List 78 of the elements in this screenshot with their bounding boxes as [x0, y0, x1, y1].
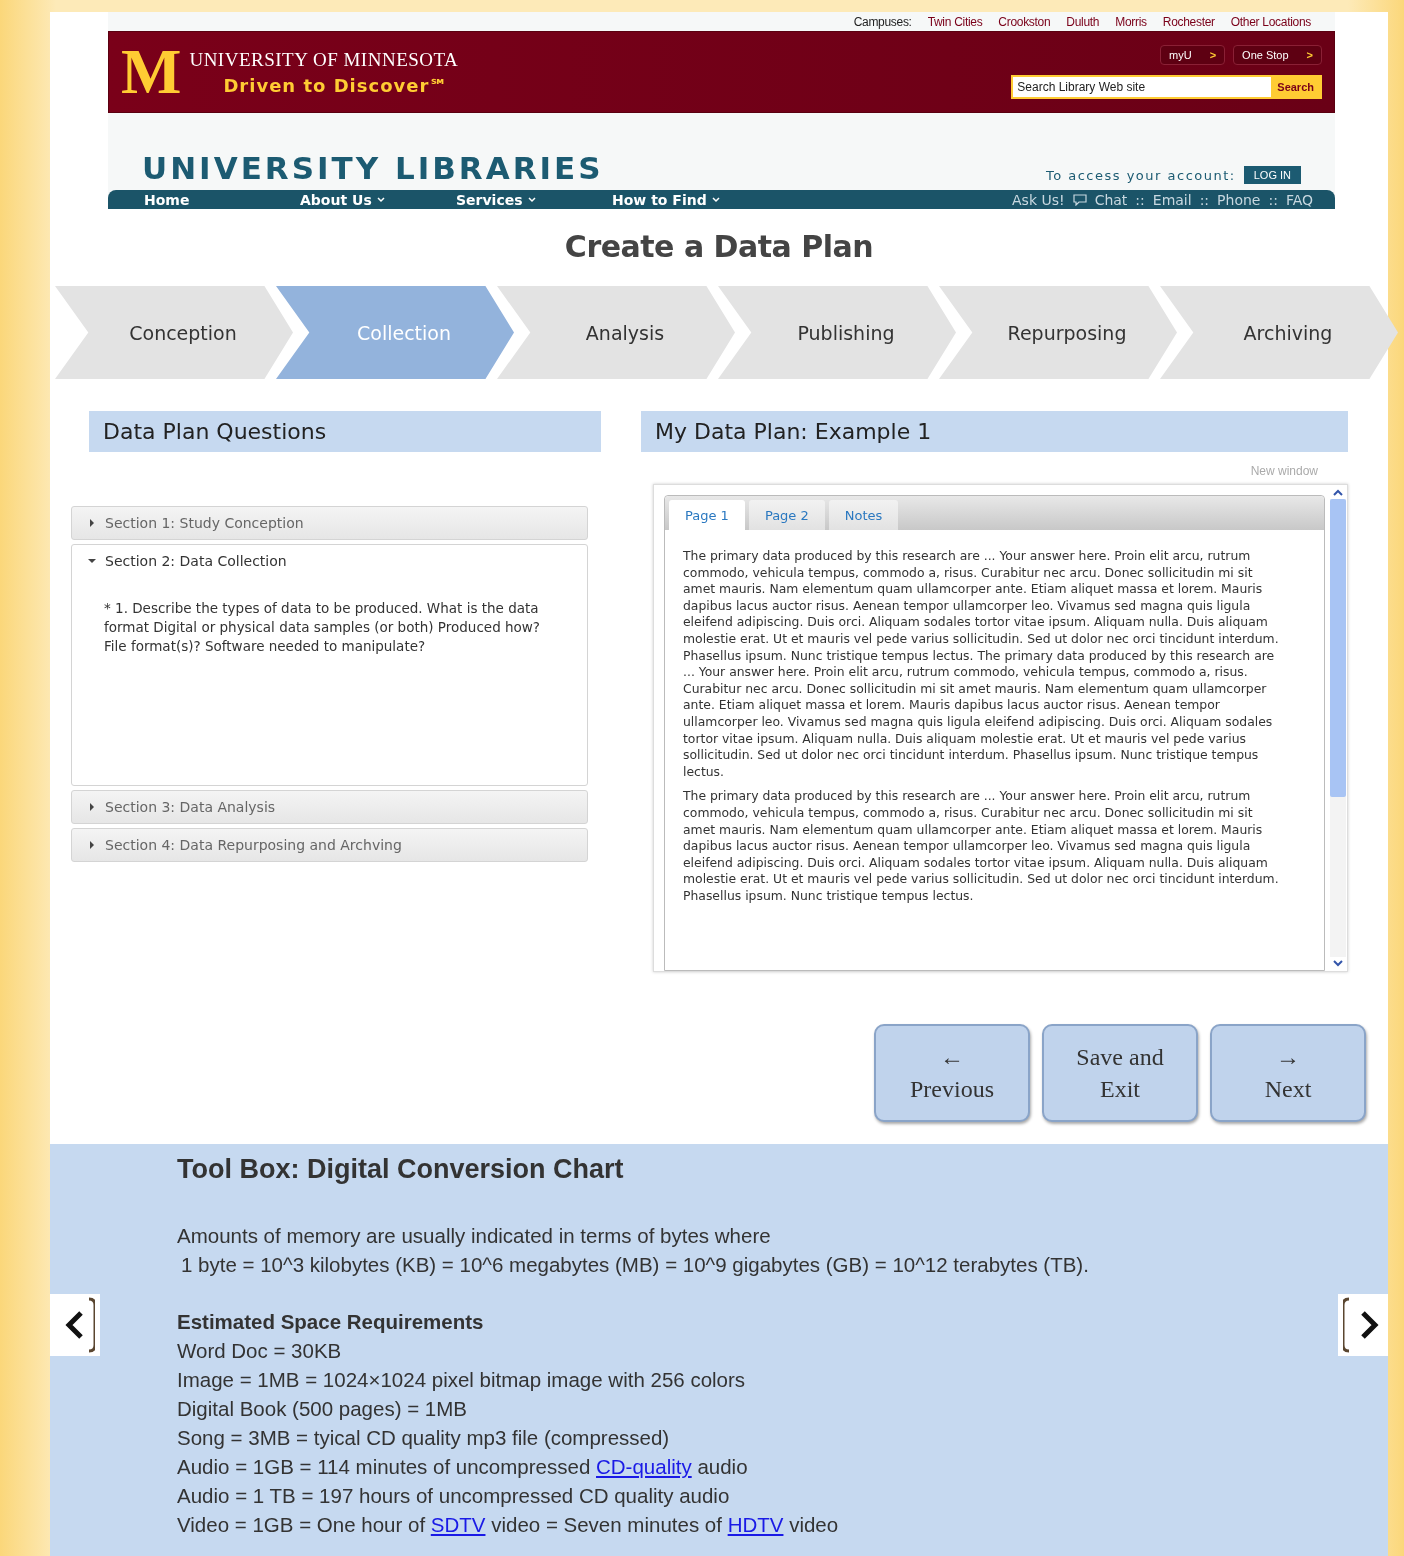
glossary-link[interactable]: CD-quality [596, 1455, 692, 1478]
triangle-right-icon [88, 803, 96, 811]
scroll-up-icon[interactable] [1333, 489, 1343, 497]
page-title: Create a Data Plan [563, 229, 875, 264]
campus-link[interactable]: Other Locations [1230, 15, 1311, 29]
step-tab[interactable]: Conception [55, 286, 293, 379]
section-header[interactable]: Section 4: Data Repurposing and Archving [72, 829, 587, 861]
separator: :: [1135, 191, 1145, 208]
answer-paragraph: The primary data produced by this research are ... Your answer here. Proin elit arcu, rutrum commodo, vehicula tempus, commodo a, risus. Curabitur nec arcu. Donec sollicitudin mi sit amet mauris. Nam elementum quam ullamcorper ante. Etiam aliquet massa et lorem. Mauris dapibus lacus auctor risus. Aenean tempor ullamcorper leo. Vivamus sed magna quis ligula eleifend adipiscing. Duis orci. Aliquam sodales tortor vitae ipsum. Aliquam nulla. Duis aliquam molestie erat. Ut et mauris vel pede varius sollicitudin. Sed ut dolor nec orci tincidunt interdum. Phasellus ipsum. Nunc tristique tempus lectus. The primary data produced by this research are ... Your answer here. Proin elit arcu, rutrum commodo, vehicula tempus, commodo a, risus. Curabitur nec arcu. Donec sollicitudin mi sit amet mauris. Nam elementum quam ullamcorper ante. Etiam aliquet massa et lorem. Mauris dapibus lacus auctor risus. Aenean tempor ullamcorper leo. Vivamus sed magna quis ligula eleifend adipiscing. Duis orci. Aliquam sodales tortor vitae ipsum. Aliquam nulla. Duis aliquam molestie erat. Ut et mauris vel pede varius sollicitudin. Sed ut dolor nec orci tincidunt interdum. Phasellus ipsum. Nunc tristique tempus lectus. [683, 548, 1280, 781]
plan-heading: My Data Plan: Example 1 [641, 411, 1348, 452]
campuses-label: Campuses: [853, 15, 912, 29]
scroll-thumb[interactable] [1330, 499, 1346, 797]
step-tab[interactable]: Publishing [718, 286, 956, 379]
portal-button[interactable]: One Stop > [1233, 45, 1322, 65]
requirement-text: Song = 3MB = tyical CD quality mp3 file (compressed) [177, 1426, 670, 1449]
toolbox-text: 1 byte = 10^3 kilobytes (KB) = 10^6 megabytes (MB) = 10^9 gigabytes (GB) = 10^12 terabytes (TB). [180, 1252, 1090, 1278]
campus-link[interactable]: Rochester [1162, 15, 1215, 29]
step-tab[interactable]: Archiving [1160, 286, 1398, 379]
help-link[interactable]: FAQ [1285, 191, 1313, 208]
account-label: To access your account: [1045, 167, 1236, 183]
page-tab[interactable]: Page 1 [669, 500, 745, 530]
nav-button[interactable]: → Next [1210, 1024, 1366, 1122]
nav-button[interactable]: Save and Exit [1042, 1024, 1198, 1122]
nav-item[interactable]: Home [144, 191, 300, 208]
campus-link[interactable]: Morris [1115, 15, 1147, 29]
nav-button[interactable]: ← Previous [874, 1024, 1030, 1122]
requirement-text: Digital Book (500 pages) = 1MB [177, 1397, 467, 1420]
help-link[interactable]: Phone [1217, 191, 1261, 208]
separator: :: [1268, 191, 1278, 208]
section-header[interactable]: Section 2: Data Collection [72, 545, 587, 577]
previous-slide-button[interactable] [50, 1294, 100, 1356]
triangle-down-icon [88, 557, 96, 565]
requirement-text: Audio = 1GB = 114 minutes of uncompressed [177, 1455, 591, 1478]
portal-button[interactable]: myU > [1160, 45, 1226, 65]
help-link[interactable]: Chat [1094, 191, 1128, 208]
scroll-down-icon[interactable] [1333, 959, 1343, 967]
step-tab[interactable]: Analysis [497, 286, 735, 379]
login-button[interactable]: LOG IN [1243, 166, 1301, 184]
page-tab[interactable]: Page 2 [748, 500, 825, 530]
step-tab[interactable]: Repurposing [939, 286, 1177, 379]
tagline: Driven to Discover℠ [222, 74, 450, 96]
glossary-link[interactable]: HDTV [727, 1513, 784, 1536]
caret-icon [527, 196, 536, 203]
nav-item[interactable]: Services [456, 191, 612, 208]
campus-link[interactable]: Twin Cities [927, 15, 983, 29]
toolbox-title: Tool Box: Digital Conversion Chart [177, 1154, 625, 1185]
triangle-right-icon [88, 841, 96, 849]
campus-link[interactable]: Crookston [998, 15, 1051, 29]
section-header[interactable]: Section 1: Study Conception [72, 507, 587, 539]
logo-mark[interactable]: M [121, 40, 180, 104]
requirement-text: video = Seven minutes of [491, 1513, 722, 1536]
toolbox-heading: Estimated Space Requirements [177, 1309, 485, 1335]
questions-heading: Data Plan Questions [89, 411, 601, 452]
page-tab[interactable]: Notes [828, 500, 899, 530]
toolbox-text: Amounts of memory are usually indicated in terms of bytes where [177, 1223, 772, 1249]
ask-us-label: Ask Us! [1012, 191, 1065, 208]
requirement-text: Video = 1GB = One hour of [177, 1513, 426, 1536]
help-link[interactable]: Email [1152, 191, 1192, 208]
section-header[interactable]: Section 3: Data Analysis [72, 791, 587, 823]
university-name: UNIVERSITY OF MINNESOTA [189, 48, 459, 71]
nav-item[interactable]: About Us [300, 191, 456, 208]
next-slide-button[interactable] [1338, 1294, 1388, 1356]
requirement-text: Image = 1MB = 1024×1024 pixel bitmap image with 256 colors [177, 1368, 746, 1391]
requirement-text: Word Doc = 30KB [177, 1339, 342, 1362]
requirement-text: Audio = 1 TB = 197 hours of uncompressed CD quality audio [177, 1484, 730, 1507]
triangle-right-icon [88, 519, 96, 527]
libraries-title: UNIVERSITY LIBRARIES [142, 153, 604, 184]
campus-link[interactable]: Duluth [1066, 15, 1100, 29]
caret-icon [711, 196, 720, 203]
requirement-text: video [789, 1513, 839, 1536]
caret-icon [376, 196, 385, 203]
question-text: * 1. Describe the types of data to be produced. What is the data format Digital or physical data samples (or both) Produced how? File format(s)? Software needed to manipulate? [104, 599, 541, 656]
answer-paragraph: The primary data produced by this research are ... Your answer here. Proin elit arcu, rutrum commodo, vehicula tempus, commodo a, risus. Curabitur nec arcu. Donec sollicitudin mi sit amet mauris. Nam elementum quam ullamcorper ante. Etiam aliquet massa et lorem. Mauris dapibus lacus auctor risus. Aenean tempor ullamcorper leo. Vivamus sed magna quis ligula eleifend adipiscing. Duis orci. Aliquam sodales tortor vitae ipsum. Aliquam nulla. Duis aliquam molestie erat. Ut et mauris vel pede varius sollicitudin. Sed ut dolor nec orci tincidunt interdum. Phasellus ipsum. Nunc tristique tempus lectus. [683, 788, 1280, 905]
nav-item[interactable]: How to Find [612, 191, 768, 208]
speech-bubble-icon [1072, 193, 1087, 206]
requirement-text: audio [697, 1455, 748, 1478]
glossary-link[interactable]: SDTV [430, 1513, 486, 1536]
separator: :: [1199, 191, 1210, 208]
